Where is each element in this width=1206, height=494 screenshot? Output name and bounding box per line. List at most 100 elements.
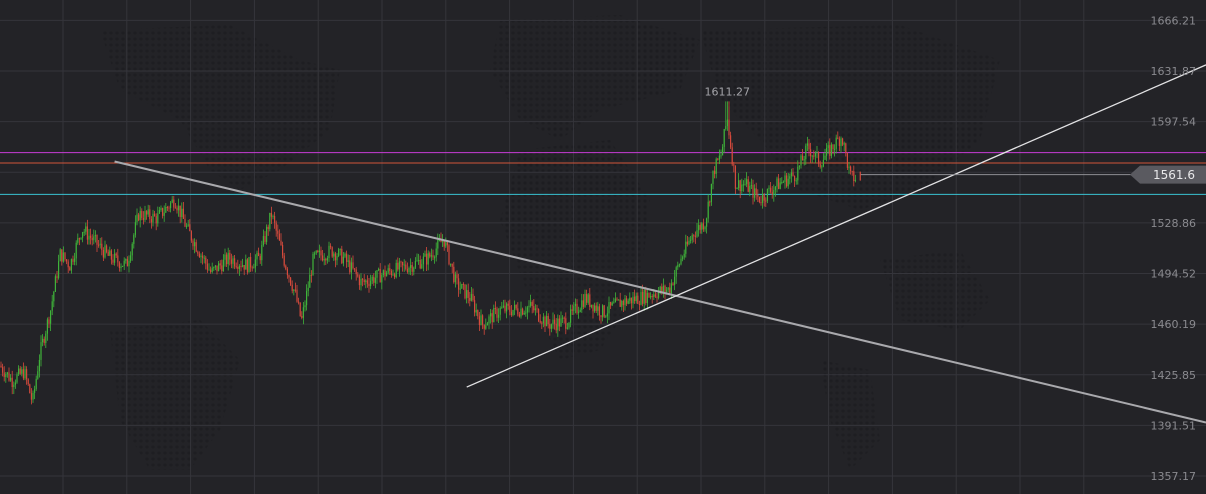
candle-body (86, 226, 88, 240)
candle-body (486, 323, 488, 326)
candle-body (126, 259, 128, 267)
candle-body (715, 158, 717, 174)
candle-body (174, 207, 176, 209)
candle-body (410, 265, 412, 268)
candle-body (198, 253, 200, 258)
candle-body (723, 129, 725, 147)
candle-body (710, 183, 712, 202)
candle-body (222, 259, 224, 272)
candle-body (747, 179, 749, 192)
candle-body (26, 369, 28, 380)
candle-body (195, 242, 197, 252)
candle-body (610, 302, 612, 306)
candle-body (299, 302, 301, 316)
candle-body (547, 315, 549, 325)
candle-body (702, 223, 704, 230)
candle-body (261, 245, 263, 261)
candle-body (78, 238, 80, 240)
candle-body (544, 316, 546, 327)
candle-body (686, 241, 688, 245)
candle-body (152, 213, 154, 223)
candle-body (427, 253, 429, 265)
candle-body (208, 269, 210, 271)
candle-body (146, 211, 148, 215)
candle-body (453, 266, 455, 283)
candle-body (186, 225, 188, 227)
candle-body (219, 263, 221, 266)
candle-body (214, 265, 216, 268)
candle-body (635, 295, 637, 302)
candle-body (846, 153, 848, 168)
candle-body (469, 297, 471, 301)
candle-body (405, 264, 407, 269)
candle-body (382, 270, 384, 276)
candle-body (270, 212, 272, 217)
candle-body (810, 149, 812, 157)
peak-price-label: 1611.27 (704, 85, 750, 98)
candle-body (30, 393, 32, 400)
candle-body (294, 289, 296, 291)
candle-body (760, 202, 762, 204)
candle-body (242, 265, 244, 267)
candle-body (190, 231, 192, 241)
candle-body (243, 265, 245, 270)
candle-body (770, 187, 772, 192)
y-tick-label: 1460.19 (1151, 318, 1197, 331)
candle-body (275, 222, 277, 231)
candle-body (709, 201, 711, 203)
candle-body (776, 178, 778, 187)
candle-body (245, 259, 247, 270)
candle-body (238, 265, 240, 269)
candle-body (509, 305, 511, 312)
candle-body (293, 289, 295, 291)
candle-body (277, 230, 279, 234)
candle-body (352, 262, 354, 269)
candle-body (310, 274, 312, 276)
candle-body (27, 379, 29, 385)
candle-body (112, 259, 114, 263)
candle-body (523, 312, 525, 315)
candle-body (272, 216, 274, 218)
candle-body (280, 240, 282, 245)
candle-body (613, 302, 615, 304)
candle-body (462, 284, 464, 286)
candle-body (464, 284, 466, 299)
candle-body (318, 250, 320, 252)
candle-body (533, 306, 535, 311)
candle-body (771, 191, 773, 195)
candle-body (2, 367, 4, 373)
candle-body (851, 171, 853, 173)
candle-body (674, 276, 676, 285)
candle-body (586, 294, 588, 303)
candle-body (608, 302, 610, 314)
candle-body (558, 318, 560, 327)
candle-body (398, 261, 400, 270)
candle-body (574, 303, 576, 307)
candle-body (139, 210, 141, 221)
price-chart[interactable]: 1561.6 1666.21 1631.87 1597.54 1528.86 1494.… (0, 0, 1206, 494)
candle-body (595, 305, 597, 311)
candle-body (789, 176, 791, 179)
candle-body (734, 165, 736, 189)
candle-body (622, 300, 624, 306)
candle-body (626, 298, 628, 304)
candle-body (629, 297, 631, 301)
candle-body (304, 305, 306, 308)
candle-body (422, 256, 424, 265)
candle-body (451, 263, 453, 267)
candle-body (109, 250, 111, 256)
candle-body (704, 226, 706, 230)
candle-body (61, 249, 63, 262)
candle-body (499, 307, 501, 315)
candle-body (168, 207, 170, 209)
candle-body (6, 372, 8, 375)
candle-body (5, 374, 7, 378)
y-tick-label: 1597.54 (1151, 116, 1197, 129)
candle-body (568, 322, 570, 328)
candle-body (58, 261, 60, 278)
candle-body (90, 235, 92, 238)
candle-body (155, 216, 157, 224)
candle-body (70, 259, 72, 271)
candle-body (0, 365, 2, 368)
candle-body (154, 213, 156, 217)
